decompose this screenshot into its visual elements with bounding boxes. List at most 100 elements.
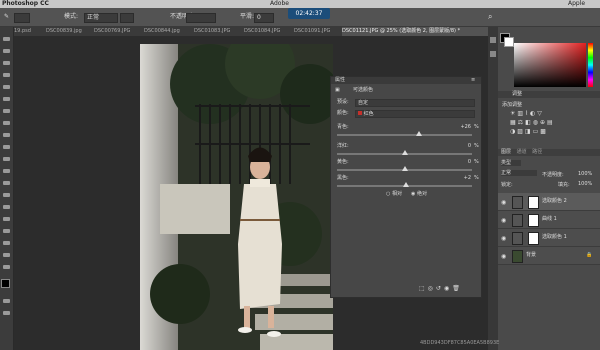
reset-icon[interactable]: ↺ (436, 285, 444, 292)
eye-icon[interactable]: ◉ (501, 235, 506, 242)
shape-tool-icon[interactable] (3, 241, 10, 245)
blur-tool-icon[interactable] (3, 181, 10, 185)
layer-row[interactable]: ◉ 选取颜色 1 (498, 229, 600, 247)
info-icon[interactable] (490, 51, 496, 57)
tab-doc-7[interactable]: DSC01091.JPG (294, 27, 340, 36)
selective-color-icon[interactable]: ▩ (540, 128, 548, 135)
vibrance-icon[interactable]: ▽ (537, 110, 544, 117)
threshold-icon[interactable]: ◨ (525, 128, 533, 135)
layer-row[interactable]: ◉ 背景 🔒 (498, 247, 600, 265)
absolute-label: 绝对 (416, 191, 427, 197)
mode-select[interactable]: 正常 (84, 13, 118, 23)
search-icon[interactable]: ⌕ (488, 8, 492, 26)
preset-select[interactable]: 自定 (355, 99, 475, 107)
fill-value[interactable]: 100% (578, 181, 592, 187)
pct-sign: % (474, 159, 479, 165)
color-balance-icon[interactable]: ⚖ (518, 119, 525, 126)
type-tool-icon[interactable] (3, 217, 10, 221)
tab-layers[interactable]: 图层 (498, 149, 511, 155)
tab-doc-2[interactable]: DSC00839.jpg (46, 27, 90, 36)
bg-color-swatch[interactable] (504, 37, 514, 47)
brush-tool-icon[interactable]: ✎ (4, 8, 9, 26)
black-slider-knob[interactable] (402, 182, 409, 187)
tab-doc-6[interactable]: DSC01084.JPG (244, 27, 290, 36)
brush-tool-side-icon[interactable] (3, 121, 10, 125)
filter-kind-select[interactable]: 类型 (501, 160, 521, 166)
eyedropper-tool-icon[interactable] (3, 97, 10, 101)
eye-icon[interactable]: ◉ (501, 253, 506, 260)
move-tool-icon[interactable] (3, 37, 10, 41)
tab-doc-4[interactable]: DSC00844.jpg (144, 27, 190, 36)
history-icon[interactable] (490, 37, 496, 43)
magenta-value[interactable]: 0 (451, 143, 471, 149)
photo-filter-icon[interactable]: ◍ (533, 119, 540, 126)
eraser-tool-icon[interactable] (3, 157, 10, 161)
foreground-color-swatch[interactable] (1, 279, 10, 288)
app-menu[interactable]: Photoshop CC (2, 0, 49, 8)
layer-row[interactable]: ◉ 选取颜色 2 (498, 193, 600, 211)
zoom-tool-icon[interactable] (3, 265, 10, 269)
blend-mode-select[interactable]: 正常 (501, 170, 537, 176)
hand-tool-icon[interactable] (3, 253, 10, 257)
screen-mode-icon[interactable] (3, 311, 10, 315)
tab-label: DSC01084.JPG (244, 28, 281, 34)
tab-channels[interactable]: 通道 (513, 149, 527, 155)
tab-doc-active[interactable]: DSC01121.JPG @ 25% (选取颜色 2, 图层蒙版/8) * (342, 27, 488, 36)
delete-icon[interactable]: 🗑 (452, 285, 463, 292)
gradient-tool-icon[interactable] (3, 169, 10, 173)
brush-preset-picker[interactable] (14, 13, 30, 23)
yellow-value[interactable]: 0 (451, 159, 471, 165)
crop-tool-icon[interactable] (3, 85, 10, 89)
panel-menu-icon[interactable]: ≡ (471, 77, 475, 84)
stamp-tool-icon[interactable] (3, 133, 10, 137)
opacity-input[interactable] (186, 13, 216, 23)
pressure-button[interactable] (120, 13, 134, 23)
adjustments-tab[interactable]: 调整 (498, 91, 522, 97)
tab-paths[interactable]: 路径 (528, 149, 542, 155)
black-value[interactable]: +2 (451, 175, 471, 181)
cyan-value[interactable]: +26 (451, 124, 471, 130)
channel-mixer-icon[interactable]: ⊕ (540, 119, 547, 126)
healing-tool-icon[interactable] (3, 109, 10, 113)
view-previous-icon[interactable]: ◎ (428, 285, 436, 292)
dodge-tool-icon[interactable] (3, 193, 10, 197)
mask-thumb (528, 232, 539, 245)
eye-icon[interactable]: ◉ (501, 217, 506, 224)
preset-label: 预设: (337, 99, 349, 105)
fill-label: 填充: (558, 182, 570, 188)
lasso-tool-icon[interactable] (3, 61, 10, 65)
path-select-tool-icon[interactable] (3, 229, 10, 233)
color-field[interactable] (514, 43, 586, 87)
layer-row[interactable]: ◉ 曲线 1 (498, 211, 600, 229)
cyan-slider-track[interactable] (337, 134, 472, 136)
magenta-slider-knob[interactable] (401, 150, 408, 155)
mask-thumb (528, 214, 539, 227)
posterize-icon[interactable]: ▨ (517, 128, 525, 135)
hue-slider[interactable] (588, 43, 593, 87)
quick-mask-icon[interactable] (3, 299, 10, 303)
tab-doc-5[interactable]: DSC01083.JPG (194, 27, 240, 36)
marquee-tool-icon[interactable] (3, 49, 10, 53)
method-relative-radio[interactable]: ○ 相对 (386, 191, 402, 197)
history-brush-tool-icon[interactable] (3, 145, 10, 149)
document-tabs: 19.psd DSC00839.jpg DSC00769.JPG DSC0084… (14, 27, 488, 36)
colors-select[interactable]: 红色 (355, 110, 475, 118)
hue-sat-icon[interactable]: ▦ (510, 119, 518, 126)
levels-icon[interactable]: ▥ (517, 110, 525, 117)
visibility-icon[interactable]: ◉ (444, 285, 452, 292)
method-absolute-radio[interactable]: ◉ 绝对 (411, 191, 427, 197)
pen-tool-icon[interactable] (3, 205, 10, 209)
cyan-slider-knob[interactable] (416, 131, 423, 136)
yellow-slider-knob[interactable] (401, 166, 408, 171)
color-lookup-icon[interactable]: ▤ (547, 119, 555, 126)
eye-icon[interactable]: ◉ (501, 199, 506, 206)
tab-doc-3[interactable]: DSC00769.JPG (94, 27, 140, 36)
opacity-value[interactable]: 100% (578, 171, 592, 177)
angle-input[interactable]: 0 (254, 13, 274, 23)
quick-select-tool-icon[interactable] (3, 73, 10, 77)
tab-doc-1[interactable]: 19.psd (14, 27, 46, 36)
document-image[interactable] (140, 44, 333, 350)
magenta-label: 洋红: (337, 143, 349, 149)
clip-icon[interactable]: ⬚ (419, 285, 428, 292)
bw-icon[interactable]: ◧ (525, 119, 533, 126)
